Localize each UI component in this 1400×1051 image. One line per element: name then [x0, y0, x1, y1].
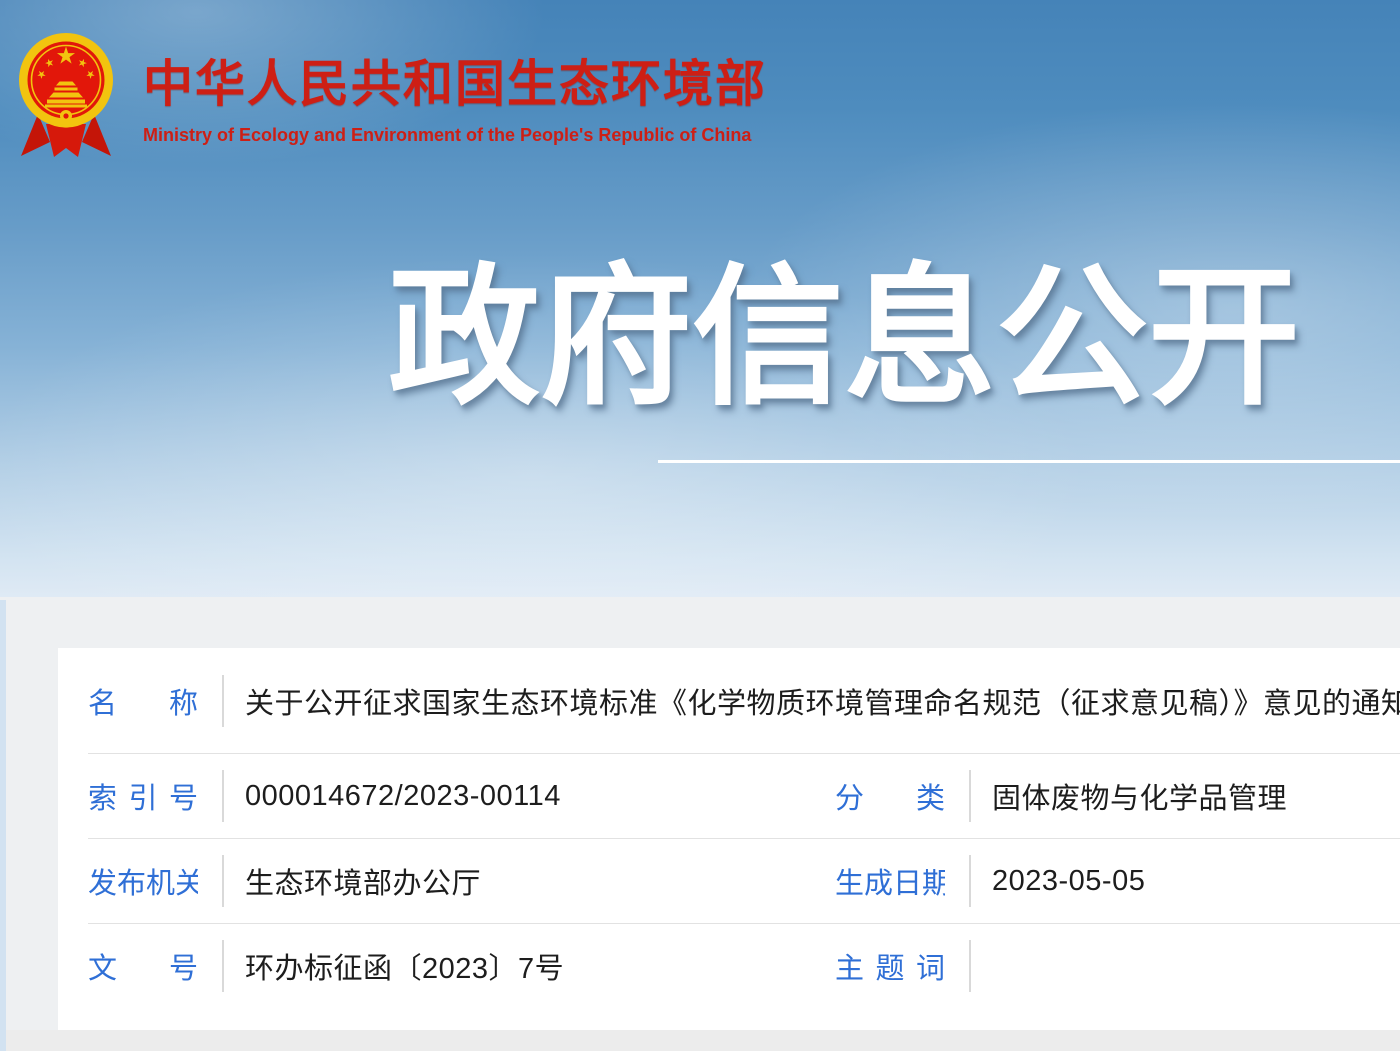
- meta-cell: 索引号 000014672/2023-00114: [58, 754, 835, 838]
- field-label-doc-no: 文号: [88, 945, 198, 987]
- field-label-subject: 主题词: [835, 945, 945, 987]
- meta-cell: 分类 固体废物与化学品管理: [835, 754, 1400, 838]
- document-meta-card: 名称 关于公开征求国家生态环境标准《化学物质环境管理命名规范（征求意见稿）》意见…: [58, 648, 1400, 1030]
- field-label-index-no: 索引号: [88, 775, 198, 817]
- meta-row-index: 索引号 000014672/2023-00114 分类 固体废物与化学品管理: [58, 754, 1400, 838]
- meta-row-name: 名称 关于公开征求国家生态环境标准《化学物质环境管理命名规范（征求意见稿）》意见…: [58, 648, 1400, 753]
- field-label-category: 分类: [835, 775, 945, 817]
- label-divider: [222, 940, 224, 992]
- meta-cell: 主题词: [835, 924, 1400, 1008]
- hero-banner: 中华人民共和国生态环境部 Ministry of Ecology and Env…: [0, 0, 1400, 597]
- field-value-index-no: 000014672/2023-00114: [245, 780, 561, 813]
- field-value-issuer: 生态环境部办公厅: [245, 860, 481, 902]
- field-value-date: 2023-05-05: [992, 865, 1145, 898]
- left-edge-strip: [0, 600, 6, 1051]
- label-divider: [222, 770, 224, 822]
- field-value-category: 固体废物与化学品管理: [992, 775, 1287, 817]
- label-divider: [969, 940, 971, 992]
- site-title-en: Ministry of Ecology and Environment of t…: [143, 125, 767, 146]
- label-divider: [969, 770, 971, 822]
- meta-cell: 名称 关于公开征求国家生态环境标准《化学物质环境管理命名规范（征求意见稿）》意见…: [58, 648, 1400, 753]
- page-title: 政府信息公开: [388, 262, 1300, 414]
- national-emblem-icon: [16, 30, 116, 162]
- field-label-date: 生成日期: [835, 860, 945, 902]
- field-label-name: 名称: [88, 680, 198, 722]
- meta-row-doc-no: 文号 环办标征函〔2023〕7号 主题词: [58, 924, 1400, 1031]
- label-divider: [969, 855, 971, 907]
- meta-cell: 发布机关 生态环境部办公厅: [58, 839, 835, 923]
- site-logo-link[interactable]: 中华人民共和国生态环境部 Ministry of Ecology and Env…: [16, 30, 796, 170]
- content-area: 名称 关于公开征求国家生态环境标准《化学物质环境管理命名规范（征求意见稿）》意见…: [0, 597, 1400, 1051]
- title-underline: [658, 460, 1400, 463]
- field-value-name: 关于公开征求国家生态环境标准《化学物质环境管理命名规范（征求意见稿）》意见的通知: [245, 680, 1400, 722]
- bottom-edge-strip: [6, 1030, 1400, 1051]
- field-label-issuer: 发布机关: [88, 860, 198, 902]
- page-root: 中华人民共和国生态环境部 Ministry of Ecology and Env…: [0, 0, 1400, 1051]
- field-value-doc-no: 环办标征函〔2023〕7号: [245, 945, 564, 987]
- site-titles: 中华人民共和国生态环境部 Ministry of Ecology and Env…: [143, 44, 767, 146]
- label-divider: [222, 675, 224, 727]
- meta-row-issuer: 发布机关 生态环境部办公厅 生成日期 2023-05-05: [58, 839, 1400, 923]
- label-divider: [222, 855, 224, 907]
- meta-cell: 生成日期 2023-05-05: [835, 839, 1400, 923]
- meta-cell: 文号 环办标征函〔2023〕7号: [58, 924, 835, 1008]
- site-title-cn: 中华人民共和国生态环境部: [143, 44, 767, 116]
